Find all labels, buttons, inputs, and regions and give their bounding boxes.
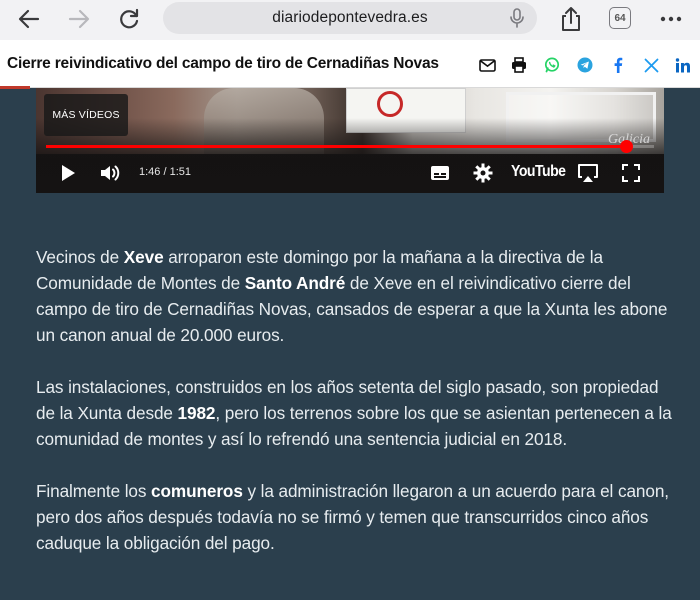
- url-text: diariodepontevedra.es: [272, 9, 428, 26]
- youtube-logo[interactable]: YouTube: [511, 163, 566, 181]
- article-paragraph: Vecinos de Xeve arroparon este domingo p…: [36, 247, 668, 345]
- mail-icon[interactable]: [478, 56, 496, 74]
- bold-text: comuneros: [151, 481, 243, 501]
- forward-arrow-icon[interactable]: [64, 4, 94, 34]
- bold-text: 1982: [177, 403, 216, 423]
- more-icon[interactable]: [656, 4, 686, 34]
- settings-gear-icon[interactable]: [473, 162, 493, 184]
- back-arrow-icon[interactable]: [14, 4, 44, 34]
- article-header: Cierre reivindicativo del campo de tiro …: [0, 40, 700, 88]
- subtitles-icon[interactable]: [430, 162, 450, 184]
- reload-icon[interactable]: [114, 4, 144, 34]
- share-icon[interactable]: [556, 4, 586, 34]
- linkedin-icon[interactable]: [674, 56, 692, 74]
- bold-text: Santo André: [244, 273, 346, 293]
- whatsapp-icon[interactable]: [543, 56, 561, 74]
- article-paragraph: Finalmente los comuneros y la administra…: [36, 481, 669, 553]
- article-title: Cierre reivindicativo del campo de tiro …: [7, 55, 439, 72]
- tabs-button[interactable]: 64: [609, 7, 631, 29]
- airplay-icon[interactable]: [577, 162, 599, 184]
- address-bar[interactable]: diariodepontevedra.es: [163, 2, 537, 34]
- volume-icon[interactable]: [100, 162, 122, 184]
- play-icon[interactable]: [60, 162, 76, 184]
- video-time: 1:46 / 1:51: [139, 166, 191, 178]
- print-icon[interactable]: [510, 56, 528, 74]
- video-progress-fill: [46, 145, 627, 148]
- article-paragraph: Las instalaciones, construidos en los añ…: [36, 377, 672, 449]
- telegram-icon[interactable]: [576, 56, 594, 74]
- article-body: Vecinos de Xeve arroparon este domingo p…: [36, 244, 676, 582]
- microphone-icon[interactable]: [509, 8, 525, 33]
- more-videos-button[interactable]: MÁS VÍDEOS: [44, 94, 128, 136]
- browser-toolbar: diariodepontevedra.es 64: [0, 0, 700, 40]
- video-player[interactable]: MÁS VÍDEOS Galicia 1:46 / 1:51 YouTube: [36, 88, 664, 193]
- fullscreen-icon[interactable]: [622, 162, 640, 184]
- x-icon[interactable]: [642, 56, 660, 74]
- header-accent-bar: [0, 86, 30, 89]
- video-progress-bar[interactable]: [46, 140, 654, 153]
- bold-text: Xeve: [123, 247, 164, 267]
- video-controls: 1:46 / 1:51 YouTube: [36, 154, 664, 193]
- facebook-icon[interactable]: [609, 56, 627, 74]
